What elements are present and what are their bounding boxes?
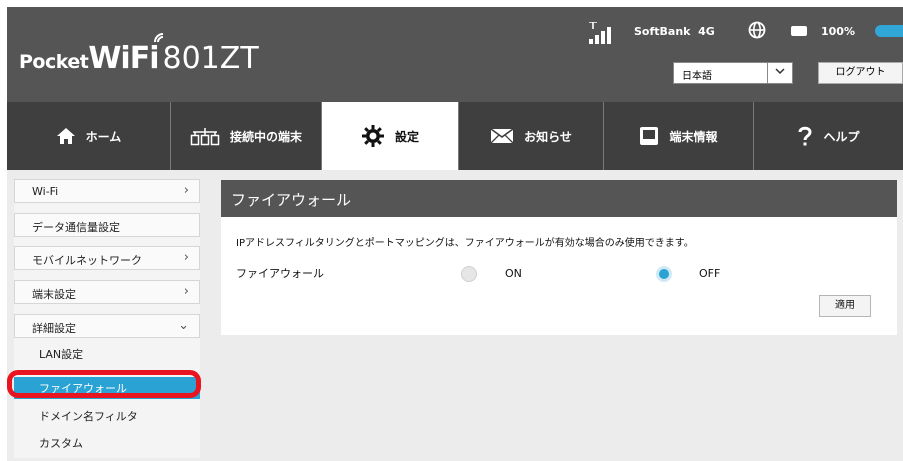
nav-help[interactable]: ヘルプ (754, 102, 903, 170)
firewall-off-label: OFF (699, 267, 721, 280)
panel-header: ファイアウォール (221, 180, 897, 217)
chevron-down-icon[interactable] (767, 63, 792, 83)
nav-notifications-label: お知らせ (524, 129, 572, 144)
sidebar-item-label: 詳細設定 (32, 322, 76, 335)
home-icon (56, 127, 76, 145)
sidebar-item-label: モバイルネットワーク (32, 254, 142, 267)
battery-level: 100% (821, 25, 855, 38)
language-value: 日本語 (682, 71, 712, 82)
firewall-description: IPアドレスフィルタリングとポートマッピングは、ファイアウォールが有効な場合のみ… (236, 238, 694, 249)
language-select[interactable]: 日本語 (673, 62, 793, 84)
sidebar-item-wifi[interactable]: Wi-Fi › (14, 179, 200, 203)
chevron-right-icon: › (183, 250, 189, 265)
sidebar-item-data-usage[interactable]: データ通信量設定 (14, 213, 200, 237)
gear-icon (361, 124, 385, 148)
firewall-on-radio[interactable] (461, 266, 477, 282)
apply-button[interactable]: 適用 (819, 295, 871, 317)
model-name: 801ZT (162, 41, 259, 76)
chevron-down-icon: ⌄ (178, 318, 189, 333)
sidebar-subitem-label: LAN設定 (39, 348, 84, 361)
battery-bar (875, 25, 903, 37)
sidebar-item-label: データ通信量設定 (32, 221, 120, 234)
sidebar-subitem-custom[interactable]: カスタム (14, 432, 200, 454)
sidebar-subitem-firewall[interactable]: ファイアウォール (14, 377, 200, 399)
firewall-setting-label: ファイアウォール (236, 267, 324, 280)
firewall-on-label: ON (505, 267, 522, 280)
sidebar-subitem-domain-filter[interactable]: ドメイン名フィルタ (14, 405, 200, 427)
nav-device-info[interactable]: 端末情報 (604, 102, 754, 170)
mail-icon (490, 128, 514, 144)
nav-devices-label: 接続中の端末 (229, 129, 302, 144)
sidebar-item-advanced-settings[interactable]: 詳細設定 ⌄ (14, 314, 200, 338)
sidebar-subitem-label: ファイアウォール (39, 382, 127, 395)
nav-notifications[interactable]: お知らせ (459, 102, 604, 170)
sidebar-item-label: Wi-Fi (32, 185, 59, 198)
page-title: ファイアウォール (231, 191, 352, 209)
carrier-status: SoftBank 4G (634, 25, 715, 38)
nav-devices[interactable]: 接続中の端末 (171, 102, 322, 170)
chevron-right-icon: › (183, 284, 189, 299)
header: PocketWiFi 801ZT SoftBank 4G 100% 日本語 ログ… (7, 7, 903, 102)
sidebar-item-mobile-network[interactable]: モバイルネットワーク › (14, 246, 200, 270)
settings-sidebar: Wi-Fi › データ通信量設定 モバイルネットワーク › 端末設定 › 詳細設… (14, 179, 200, 458)
brand-wifi: WiFi (88, 41, 159, 76)
main-nav: ホーム 接続中の端末 設定 お知らせ 端末情報 ヘルプ (7, 102, 903, 170)
sidebar-subitem-label: ドメイン名フィルタ (39, 410, 138, 423)
logout-button[interactable]: ログアウト (818, 62, 903, 84)
sidebar-item-device-settings[interactable]: 端末設定 › (14, 280, 200, 304)
network-type: 4G (698, 25, 715, 38)
app-frame: PocketWiFi 801ZT SoftBank 4G 100% 日本語 ログ… (7, 7, 903, 461)
nav-settings[interactable]: 設定 (322, 102, 459, 170)
firewall-panel: ファイアウォール IPアドレスフィルタリングとポートマッピングは、ファイアウォー… (221, 180, 897, 335)
brand-logo: PocketWiFi 801ZT (19, 33, 259, 76)
sidebar-subitem-label: カスタム (39, 437, 83, 450)
carrier-name: SoftBank (634, 25, 691, 38)
device-info-icon (639, 126, 659, 146)
firewall-off-radio[interactable] (656, 266, 672, 282)
globe-icon (748, 21, 766, 39)
nav-help-label: ヘルプ (823, 129, 860, 144)
signal-strength-icon (589, 22, 613, 44)
nav-settings-label: 設定 (394, 129, 419, 144)
brand-pocket: Pocket (19, 51, 89, 73)
battery-icon (791, 26, 807, 36)
nav-device-info-label: 端末情報 (669, 129, 718, 144)
sidebar-item-label: 端末設定 (32, 288, 76, 301)
nav-home[interactable]: ホーム (7, 102, 171, 170)
nav-home-label: ホーム (85, 129, 122, 144)
chevron-right-icon: › (183, 183, 189, 198)
sidebar-subitem-lan[interactable]: LAN設定 (14, 343, 200, 365)
wifi-wave-icon (154, 31, 166, 47)
help-icon (797, 125, 813, 147)
devices-icon (190, 126, 220, 146)
